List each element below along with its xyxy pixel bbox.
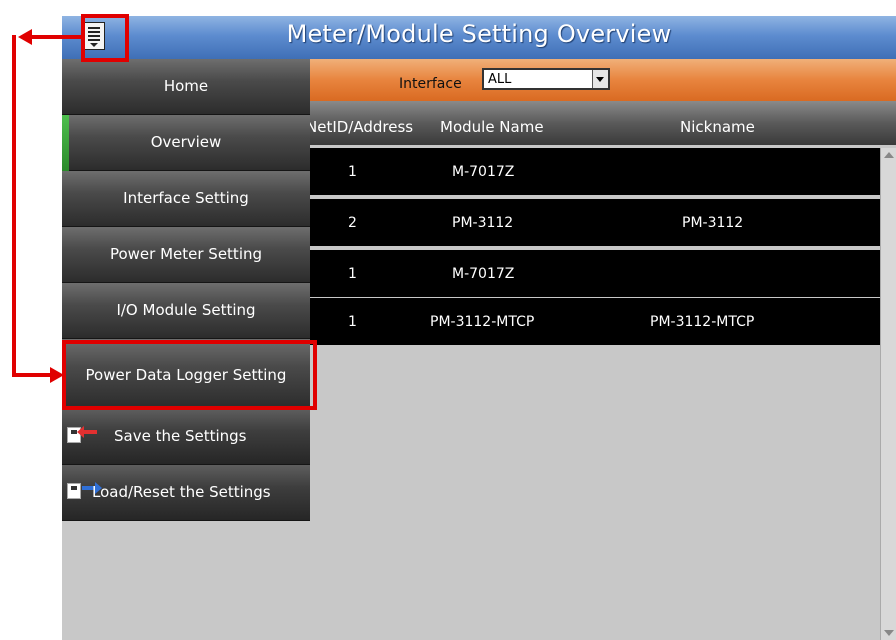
annotation-arrowhead-left-icon [18, 29, 32, 45]
sidebar-item-label: Save the Settings [114, 427, 247, 445]
scroll-up-icon[interactable] [884, 152, 894, 158]
annotation-line [12, 373, 52, 377]
interface-select[interactable]: ALL [482, 68, 610, 90]
cell-module: PM-3112 [452, 215, 514, 231]
arrow-left-icon [77, 426, 97, 438]
sidebar-item-overview[interactable]: Overview [62, 115, 310, 171]
sidebar-item-load-reset-settings[interactable]: Load/Reset the Settings [62, 465, 310, 521]
sidebar-item-label: Home [163, 77, 209, 95]
annotation-line [12, 35, 16, 377]
sidebar-item-save-settings[interactable]: Save the Settings [62, 409, 310, 465]
sidebar-item-label: Load/Reset the Settings [92, 483, 271, 501]
cell-module: M-7017Z [452, 164, 515, 180]
cell-module: PM-3112-MTCP [430, 314, 535, 330]
cell-address: 2 [348, 215, 357, 231]
title-bar: Meter/Module Setting Overview [62, 16, 896, 59]
page-title: Meter/Module Setting Overview [286, 20, 672, 48]
table-row[interactable]: 1 M-7017Z [310, 148, 896, 195]
cell-nickname: PM-3112 [682, 215, 744, 231]
interface-select-value: ALL [488, 72, 512, 87]
table-header: NetID/Address Module Name Nickname [306, 101, 896, 145]
filter-bar: Interface ALL [310, 59, 896, 101]
sidebar-item-label: I/O Module Setting [116, 301, 256, 319]
vertical-scrollbar[interactable] [880, 148, 896, 640]
cell-address: 1 [348, 266, 357, 282]
table-row[interactable]: 1 PM-3112-MTCP PM-3112-MTCP [310, 298, 896, 345]
sidebar-item-label: Overview [150, 133, 222, 151]
table-row[interactable]: 2 PM-3112 PM-3112 [310, 199, 896, 246]
app-window: Meter/Module Setting Overview Interface … [62, 16, 896, 640]
chevron-down-icon[interactable] [592, 70, 608, 88]
annotation-arrowhead-right-icon [50, 367, 64, 383]
column-header-module-name: Module Name [440, 118, 544, 136]
annotation-box-logger [62, 340, 317, 410]
sidebar-item-label: Interface Setting [123, 189, 249, 207]
cell-address: 1 [348, 164, 357, 180]
scroll-down-icon[interactable] [884, 630, 894, 636]
cell-nickname: PM-3112-MTCP [650, 314, 755, 330]
column-header-address: NetID/Address [306, 118, 414, 136]
load-disk-icon [67, 483, 81, 499]
sidebar-item-interface-setting[interactable]: Interface Setting [62, 171, 310, 227]
cell-module: M-7017Z [452, 266, 515, 282]
interface-label: Interface [399, 76, 462, 92]
column-header-nickname: Nickname [680, 118, 755, 136]
sidebar-item-io-module-setting[interactable]: I/O Module Setting [62, 283, 310, 339]
annotation-box-menu [81, 14, 129, 62]
annotation-line [27, 35, 81, 39]
table-row[interactable]: 1 M-7017Z [310, 250, 896, 297]
sidebar-item-power-meter-setting[interactable]: Power Meter Setting [62, 227, 310, 283]
cell-address: 1 [348, 314, 357, 330]
sidebar-item-label: Power Meter Setting [109, 245, 263, 263]
sidebar-item-home[interactable]: Home [62, 59, 310, 115]
